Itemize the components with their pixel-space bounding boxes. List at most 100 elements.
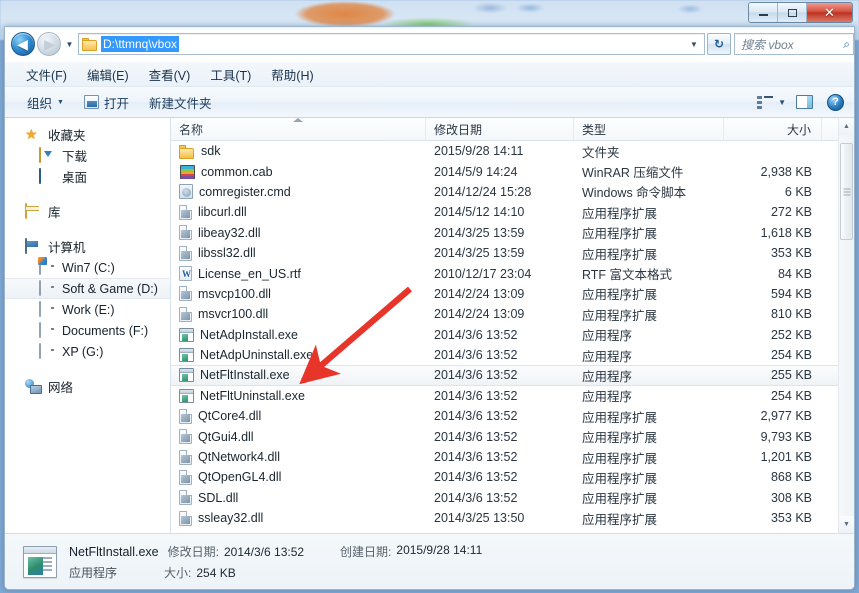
help-icon[interactable]: ? [827, 93, 844, 111]
table-row[interactable]: comregister.cmd 2014/12/24 15:28 Windows 命… [171, 182, 838, 202]
cell-type: 应用程序扩展 [582, 227, 658, 242]
table-row[interactable]: msvcr100.dll 2014/2/24 13:09 应用程序扩展 810 KB [171, 304, 838, 324]
open-icon [83, 95, 99, 109]
open-button[interactable]: 打开 [76, 90, 137, 115]
cell-date: 2014/3/6 13:52 [434, 429, 518, 444]
table-row[interactable]: libcurl.dll 2014/5/12 14:10 应用程序扩展 272 KB [171, 202, 838, 222]
column-header-size[interactable]: 大小 [724, 118, 822, 141]
cell-type: 应用程序 [582, 329, 633, 344]
minimize-button[interactable] [749, 3, 778, 22]
system-drive-icon [39, 259, 56, 275]
table-row[interactable]: sdk 2015/9/28 14:11 文件夹 [171, 141, 838, 161]
sidebar-item-desktop[interactable]: 桌面 [5, 166, 170, 187]
refresh-button[interactable]: ↻ [707, 33, 731, 55]
sidebar-item-libraries[interactable]: 库 [5, 201, 170, 222]
table-row[interactable]: NetFltUninstall.exe 2014/3/6 13:52 应用程序 254… [171, 386, 838, 406]
table-row[interactable]: QtNetwork4.dll 2014/3/6 13:52 应用程序扩展 1,201 … [171, 447, 838, 467]
menu-item-file[interactable]: 文件(F) [17, 63, 76, 86]
menu-item-edit[interactable]: 编辑(E) [78, 63, 138, 86]
cell-size: 272 KB [770, 205, 812, 220]
cell-name: NetFltInstall.exe [171, 368, 426, 383]
details-size-value: 254 KB [196, 565, 236, 580]
table-row[interactable]: QtOpenGL4.dll 2014/3/6 13:52 应用程序扩展 868 KB [171, 467, 838, 487]
dll-icon [179, 245, 192, 261]
sidebar-item-computer[interactable]: 计算机 [5, 236, 170, 257]
file-name-text: NetAdpUninstall.exe [200, 348, 314, 363]
recent-locations-button[interactable]: ▼ [62, 33, 77, 55]
sort-ascending-icon [293, 118, 303, 122]
cell-name: msvcp100.dll [171, 286, 426, 302]
preview-pane-icon[interactable] [796, 95, 813, 109]
cell-date: 2014/12/24 15:28 [434, 184, 532, 199]
table-row[interactable]: NetAdpInstall.exe 2014/3/6 13:52 应用程序 252 K… [171, 325, 838, 345]
column-header-date[interactable]: 修改日期 [426, 118, 574, 141]
table-row[interactable]: NetAdpUninstall.exe 2014/3/6 13:52 应用程序 254… [171, 345, 838, 365]
forward-arrow-icon: ▶ [44, 36, 55, 52]
title-bar[interactable]: ✕ [0, 0, 859, 26]
column-header-name[interactable]: 名称 [171, 118, 426, 141]
dll-icon [179, 449, 192, 465]
sidebar-item-drive-e[interactable]: Work (E:) [5, 299, 170, 320]
cell-name: SDL.dll [171, 490, 426, 506]
details-size-label: 大小: [164, 565, 192, 580]
menu-item-tools[interactable]: 工具(T) [201, 63, 260, 86]
sidebar-item-network[interactable]: 网络 [5, 376, 170, 397]
view-dropdown-button[interactable]: ▼ [778, 98, 786, 107]
address-input[interactable]: D:\ttmnq\vbox ▼ [78, 33, 705, 55]
organize-button[interactable]: 组织 ▼ [19, 90, 72, 115]
scrollbar-thumb[interactable] [840, 143, 853, 240]
close-button[interactable]: ✕ [807, 3, 852, 22]
chevron-down-icon: ▼ [57, 98, 64, 106]
sidebar-item-drive-f[interactable]: Documents (F:) [5, 320, 170, 341]
sidebar-label: 网络 [48, 381, 74, 395]
address-dropdown-button[interactable]: ▼ [686, 34, 702, 54]
menu-item-help[interactable]: 帮助(H) [262, 63, 322, 86]
table-row[interactable]: libeay32.dll 2014/3/25 13:59 应用程序扩展 1,618 K… [171, 223, 838, 243]
cell-date: 2014/5/12 14:10 [434, 205, 525, 220]
command-toolbar: 组织 ▼ 打开 新建文件夹 ▼ ? [5, 87, 854, 118]
sidebar-item-favorites[interactable]: ★ 收藏夹 [5, 124, 170, 145]
cell-type: 应用程序扩展 [582, 492, 658, 507]
scroll-up-button[interactable]: ▲ [839, 118, 854, 135]
change-view-icon[interactable] [757, 95, 774, 109]
file-name-text: sdk [201, 144, 221, 159]
cell-name: NetFltUninstall.exe [171, 388, 426, 403]
details-created-value: 2015/9/28 14:11 [396, 542, 483, 557]
table-row[interactable]: ssleay32.dll 2014/3/25 13:50 应用程序扩展 353 KB [171, 508, 838, 528]
sidebar-item-downloads[interactable]: 下载 [5, 145, 170, 166]
cell-size: 84 KB [777, 266, 812, 281]
new-folder-button[interactable]: 新建文件夹 [141, 90, 220, 115]
scroll-down-button[interactable]: ▼ [839, 516, 854, 533]
back-button[interactable]: ◀ [11, 32, 35, 56]
triangle-up-icon: ▲ [843, 123, 850, 130]
menu-item-view[interactable]: 查看(V) [140, 63, 200, 86]
dll-icon [179, 429, 192, 445]
details-modified-label: 修改日期: [167, 544, 219, 559]
table-row[interactable]: QtGui4.dll 2014/3/6 13:52 应用程序扩展 9,793 KB [171, 426, 838, 446]
cell-date: 2014/2/24 13:09 [434, 286, 525, 301]
sidebar-item-drive-c[interactable]: Win7 (C:) [5, 257, 170, 278]
table-row[interactable]: QtCore4.dll 2014/3/6 13:52 应用程序扩展 2,977 KB [171, 406, 838, 426]
sidebar-item-drive-d[interactable]: Soft & Game (D:) [5, 278, 170, 299]
vertical-scrollbar[interactable]: ▲ ▼ [838, 118, 854, 533]
cell-type: 应用程序扩展 [582, 206, 658, 221]
table-row[interactable]: SDL.dll 2014/3/6 13:52 应用程序扩展 308 KB [171, 488, 838, 508]
cell-name: libssl32.dll [171, 245, 426, 261]
cell-date: 2014/3/6 13:52 [434, 409, 518, 424]
cell-date: 2014/3/6 13:52 [434, 470, 518, 485]
column-header-type[interactable]: 类型 [574, 118, 724, 141]
sidebar-item-drive-g[interactable]: XP (G:) [5, 341, 170, 362]
table-row[interactable]: NetFltInstall.exe 2014/3/6 13:52 应用程序 255 K… [171, 365, 838, 386]
table-row[interactable]: common.cab 2014/5/9 14:24 WinRAR 压缩文件 2,938… [171, 161, 838, 181]
details-line-1: NetFltInstall.exe 修改日期: 2014/3/6 13:52 创… [69, 543, 482, 560]
forward-button[interactable]: ▶ [37, 32, 61, 56]
cell-type: WinRAR 压缩文件 [582, 166, 684, 181]
search-input[interactable]: 搜索 vbox ⌕ [734, 33, 854, 55]
maximize-button[interactable] [778, 3, 807, 22]
explorer-body: ★ 收藏夹 下载 桌面 库 计算机 Win7 (C:) Soft & Game … [5, 118, 854, 533]
table-row[interactable]: libssl32.dll 2014/3/25 13:59 应用程序扩展 353 KB [171, 243, 838, 263]
table-row[interactable]: License_en_US.rtf 2010/12/17 23:04 RTF 富文本… [171, 263, 838, 283]
cell-size: 353 KB [770, 246, 812, 261]
table-row[interactable]: msvcp100.dll 2014/2/24 13:09 应用程序扩展 594 KB [171, 284, 838, 304]
